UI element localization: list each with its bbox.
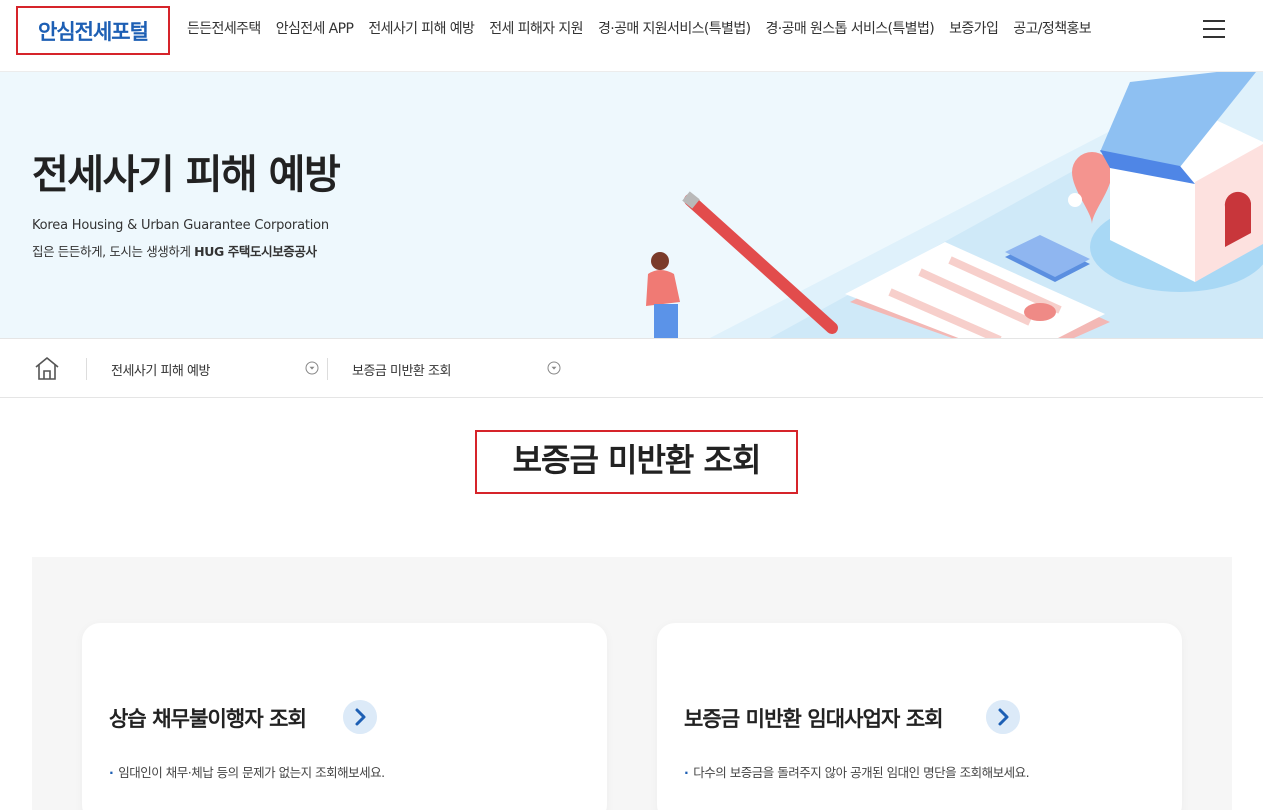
nav-item-app[interactable]: 안심전세 APP: [276, 18, 354, 40]
card-description: 다수의 보증금을 돌려주지 않아 공개된 임대인 명단을 조회해보세요.: [684, 762, 1029, 781]
nav-item-guarantee[interactable]: 보증가입: [949, 18, 999, 40]
breadcrumb-level2[interactable]: 보증금 미반환 조회: [352, 360, 451, 379]
hero-banner: 전세사기 피해 예방 Korea Housing & Urban Guarant…: [0, 72, 1263, 338]
page-title-box: 보증금 미반환 조회: [475, 430, 798, 494]
nav-item-housing[interactable]: 든든전세주택: [187, 18, 261, 40]
page-title: 보증금 미반환 조회: [512, 441, 762, 479]
site-logo[interactable]: 안심전세포털: [16, 6, 170, 55]
nav-item-notice[interactable]: 공고/정책홍보: [1013, 18, 1091, 40]
home-icon[interactable]: [33, 355, 61, 381]
nav-item-auction-onestop[interactable]: 경·공매 원스톱 서비스(특별법): [765, 18, 934, 40]
card-description: 임대인이 채무·체납 등의 문제가 없는지 조회해보세요.: [109, 762, 385, 781]
banner-illustration: [646, 72, 1263, 338]
global-nav: 든든전세주택 안심전세 APP 전세사기 피해 예방 전세 피해자 지원 경·공…: [187, 18, 1106, 40]
chevron-down-circle-icon[interactable]: [305, 361, 319, 375]
nav-item-auction-support[interactable]: 경·공매 지원서비스(특별법): [598, 18, 751, 40]
banner-subtitle-kr: 집은 든든하게, 도시는 생생하게 HUG 주택도시보증공사: [32, 244, 317, 259]
logo-text: 안심전세포털: [38, 19, 149, 44]
site-header: 안심전세포털 든든전세주택 안심전세 APP 전세사기 피해 예방 전세 피해자…: [0, 0, 1263, 72]
nav-item-victim-support[interactable]: 전세 피해자 지원: [489, 18, 583, 40]
card-title: 보증금 미반환 임대사업자 조회: [684, 707, 944, 731]
breadcrumb: 전세사기 피해 예방 보증금 미반환 조회: [0, 338, 1263, 398]
card-habitual-defaulter[interactable]: 상습 채무불이행자 조회 임대인이 채무·체납 등의 문제가 없는지 조회해보세…: [82, 623, 607, 810]
chevron-down-circle-icon[interactable]: [547, 361, 561, 375]
banner-subtitle-en: Korea Housing & Urban Guarantee Corporat…: [32, 218, 329, 233]
breadcrumb-divider: [86, 358, 87, 380]
nav-item-fraud-prevention[interactable]: 전세사기 피해 예방: [368, 18, 475, 40]
card-title: 상습 채무불이행자 조회: [109, 707, 307, 731]
chevron-right-icon[interactable]: [343, 700, 377, 734]
hamburger-icon[interactable]: [1203, 20, 1225, 38]
banner-title: 전세사기 피해 예방: [32, 152, 341, 198]
breadcrumb-level1[interactable]: 전세사기 피해 예방: [111, 360, 210, 379]
card-unreturned-deposit-landlord[interactable]: 보증금 미반환 임대사업자 조회 다수의 보증금을 돌려주지 않아 공개된 임대…: [657, 623, 1182, 810]
chevron-right-icon[interactable]: [986, 700, 1020, 734]
breadcrumb-divider: [327, 358, 328, 380]
